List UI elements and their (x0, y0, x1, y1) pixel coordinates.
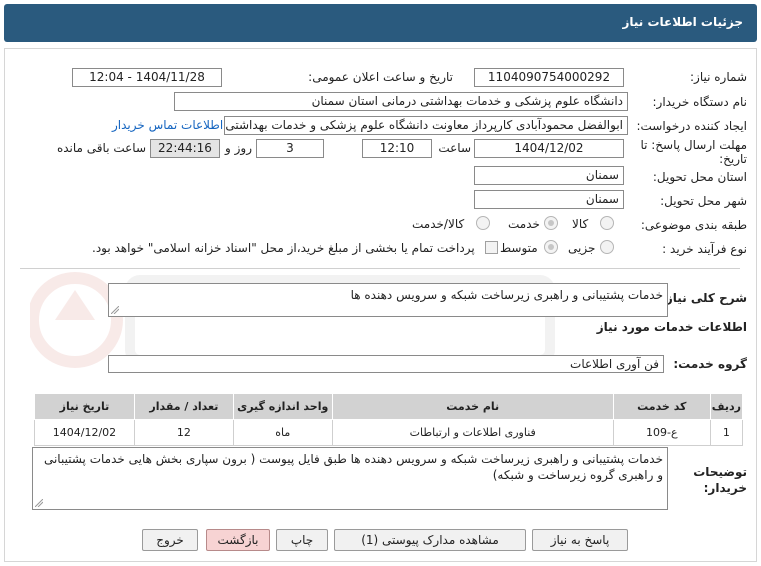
category-radio-goods-service[interactable] (476, 216, 490, 230)
summary-text: خدمات پشتیبانی و راهبری زیرساخت شبکه و س… (350, 288, 663, 302)
col-service-name: نام خدمت (331, 393, 614, 420)
col-quantity: تعداد / مقدار (133, 393, 234, 420)
requester-label: ایجاد کننده درخواست: (636, 119, 747, 133)
page-title: جزئیات اطلاعات نیاز (622, 15, 743, 29)
cell-service-name: فناوری اطلاعات و ارتباطات (331, 419, 614, 446)
print-button[interactable]: چاپ (276, 529, 328, 551)
category-option-service: خدمت (508, 217, 540, 231)
col-row-number: ردیف (709, 393, 744, 420)
purchase-option-medium: متوسط (500, 241, 538, 255)
summary-field: خدمات پشتیبانی و راهبری زیرساخت شبکه و س… (108, 283, 668, 317)
province-label: استان محل تحویل: (652, 170, 747, 184)
buyer-notes-label: توضیحات (693, 465, 747, 479)
deadline-date-field: 1404/12/02 (474, 139, 624, 158)
buyer-org-label: نام دستگاه خریدار: (652, 95, 748, 109)
cell-unit: ماه (232, 419, 333, 446)
buyer-org-field: دانشگاه علوم پزشکی و خدمات بهداشتی درمان… (174, 92, 628, 111)
service-group-field: فن آوری اطلاعات (108, 355, 664, 373)
page-header: جزئیات اطلاعات نیاز (4, 4, 757, 42)
category-label: طبقه بندی موضوعی: (640, 218, 747, 232)
city-label: شهر محل تحویل: (660, 194, 747, 208)
col-need-date: تاریخ نیاز (34, 393, 135, 420)
view-attachments-button[interactable]: مشاهده مدارک پیوستی (1) (334, 529, 526, 551)
purchase-type-label: نوع فرآیند خرید : (662, 242, 747, 256)
announce-datetime-field: 1404/11/28 - 12:04 (72, 68, 222, 87)
reply-button[interactable]: پاسخ به نیاز (532, 529, 628, 551)
deadline-time-field: 12:10 (362, 139, 432, 158)
resize-grip-icon[interactable] (35, 499, 43, 507)
purchase-option-minor: جزیی (568, 241, 596, 255)
category-option-goods: کالا (572, 217, 589, 231)
announce-label: تاریخ و ساعت اعلان عمومی: (308, 70, 453, 84)
col-unit: واحد اندازه گیری (232, 393, 333, 420)
summary-label: شرح کلی نیاز: (661, 291, 747, 305)
remaining-time-field: 22:44:16 (150, 139, 220, 158)
category-radio-goods[interactable] (600, 216, 614, 230)
province-field: سمنان (474, 166, 624, 185)
table-header-row: ردیف کد خدمت نام خدمت واحد اندازه گیری ت… (34, 393, 744, 420)
city-field: سمنان (474, 190, 624, 209)
remaining-days-field: 3 (256, 139, 324, 158)
buyer-notes-field: خدمات پشتیبانی و راهبری زیرساخت شبکه و س… (32, 447, 668, 510)
services-table: ردیف کد خدمت نام خدمت واحد اندازه گیری ت… (34, 393, 744, 446)
cell-service-code: ع-109 (612, 419, 711, 446)
deadline-hour-label: ساعت (438, 141, 471, 155)
deadline-label: مهلت ارسال پاسخ: تا (640, 138, 747, 152)
purchase-radio-minor[interactable] (600, 240, 614, 254)
cell-quantity: 12 (133, 419, 234, 446)
buyer-contact-link[interactable]: اطلاعات تماس خریدار (112, 118, 223, 132)
resize-grip-icon[interactable] (111, 306, 119, 314)
service-group-label: گروه خدمت: (673, 357, 747, 371)
table-row: 1 ع-109 فناوری اطلاعات و ارتباطات ماه 12… (34, 419, 744, 446)
cell-need-date: 1404/12/02 (34, 419, 135, 446)
services-section-title: اطلاعات خدمات مورد نیاز (596, 320, 747, 334)
need-number-label: شماره نیاز: (690, 70, 747, 84)
col-service-code: کد خدمت (612, 393, 711, 420)
days-label: روز و (225, 141, 252, 155)
category-option-goods-service: کالا/خدمت (412, 217, 465, 231)
category-radio-service[interactable] (544, 216, 558, 230)
buyer-notes-text: خدمات پشتیبانی و راهبری زیرساخت شبکه و س… (43, 452, 663, 482)
deadline-date-label: تاریخ: (719, 152, 747, 166)
purchase-radio-medium[interactable] (544, 240, 558, 254)
buyer-notes-label-2: خریدار: (703, 481, 747, 495)
need-number-field: 1104090754000292 (474, 68, 624, 87)
back-button[interactable]: بازگشت (206, 529, 270, 551)
treasury-payment-note: پرداخت تمام یا بخشی از مبلغ خرید،از محل … (92, 241, 475, 255)
exit-button[interactable]: خروج (142, 529, 198, 551)
remaining-label: ساعت باقی مانده (56, 141, 146, 155)
cell-row-number: 1 (709, 419, 744, 446)
treasury-payment-checkbox[interactable] (485, 241, 498, 254)
requester-field: ابوالفضل محمودآبادی کارپرداز معاونت دانش… (224, 116, 628, 135)
section-divider (20, 268, 740, 269)
